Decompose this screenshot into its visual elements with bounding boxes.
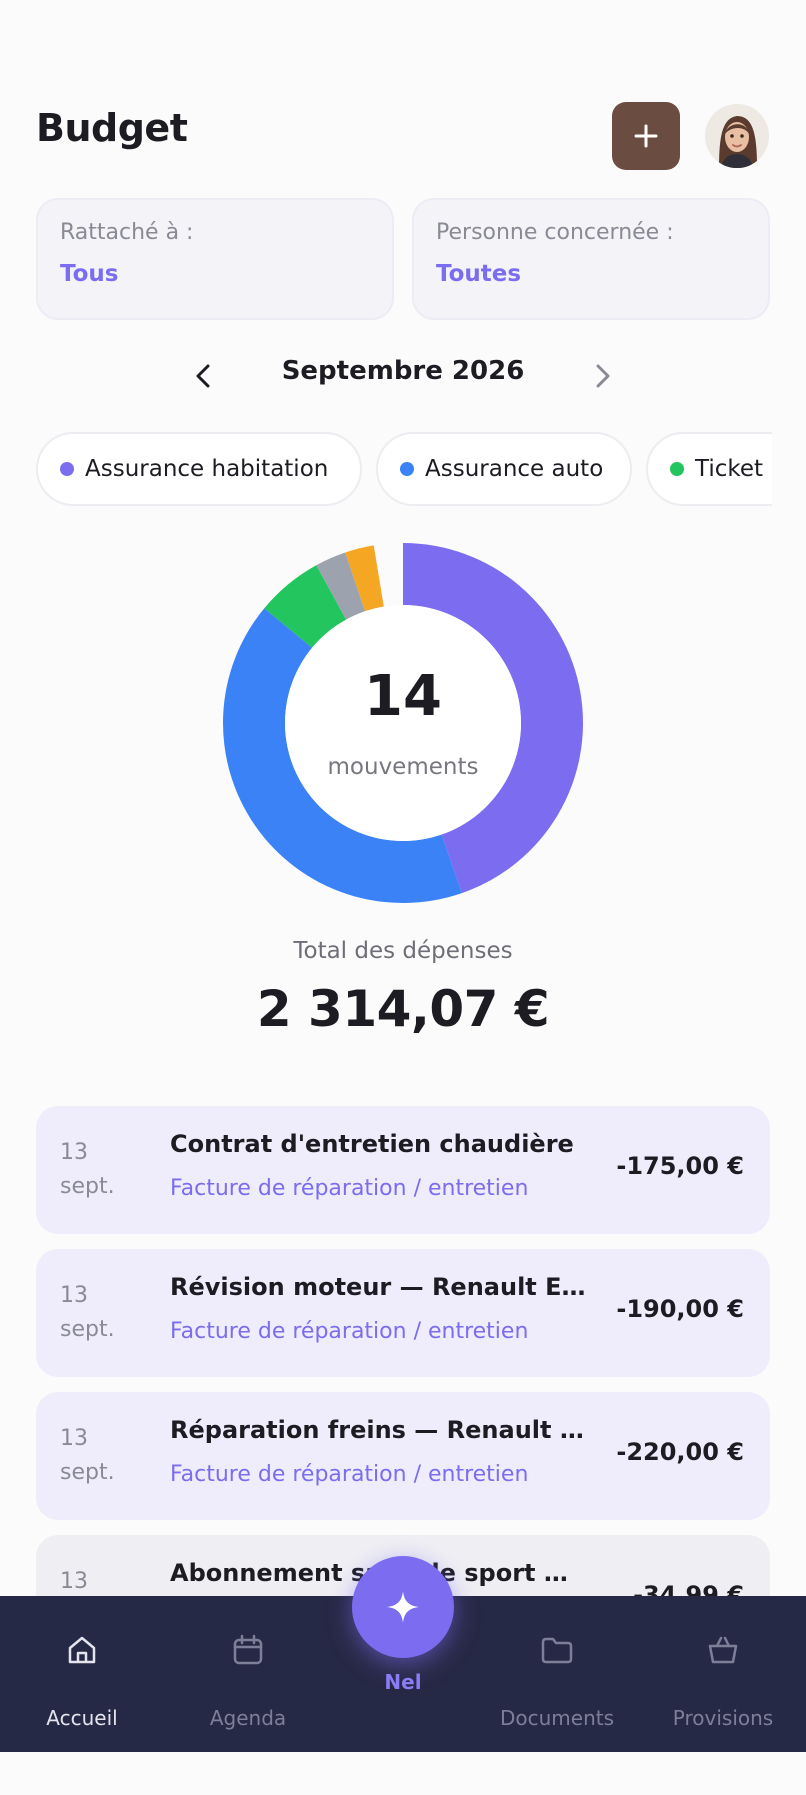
transaction-date: 13 sept. xyxy=(60,1136,160,1204)
month-navigation: Septembre 2026 xyxy=(0,350,806,400)
nav-item-home[interactable]: Accueil xyxy=(7,1596,157,1752)
nav-item-documents[interactable]: Documents xyxy=(482,1596,632,1752)
date-month: sept. xyxy=(60,1460,115,1485)
donut-center: 14 mouvements xyxy=(222,542,584,904)
filter-value: Toutes xyxy=(436,261,522,287)
expenses-donut-chart: 14 mouvements xyxy=(222,542,584,904)
sparkle-icon xyxy=(387,1591,419,1623)
movement-count: 14 xyxy=(364,664,442,729)
filter-value: Tous xyxy=(60,261,119,287)
nav-label: Agenda xyxy=(209,1706,287,1730)
filter-attached-to[interactable]: Rattaché à : Tous xyxy=(36,198,394,320)
date-day: 13 xyxy=(60,1283,88,1308)
transaction-title: Révision moteur — Renault Esp… xyxy=(170,1273,590,1301)
category-label: Assurance auto xyxy=(425,456,604,482)
transaction-amount: -220,00 € xyxy=(616,1438,744,1466)
transaction-category: Facture de réparation / entretien xyxy=(170,1462,529,1487)
category-label: Assurance habitation xyxy=(85,456,329,482)
filter-label: Rattaché à : xyxy=(60,220,194,245)
assistant-fab-label: Nel xyxy=(384,1670,422,1694)
nav-label: Accueil xyxy=(46,1706,118,1730)
add-button[interactable] xyxy=(612,102,680,170)
nav-label: Documents xyxy=(499,1706,615,1730)
plus-icon xyxy=(634,124,658,148)
transaction-category: Facture de réparation / entretien xyxy=(170,1176,529,1201)
category-dot xyxy=(400,462,414,476)
month-title: Septembre 2026 xyxy=(281,356,525,386)
calendar-icon xyxy=(233,1634,263,1665)
date-day: 13 xyxy=(60,1426,88,1451)
category-dot xyxy=(670,462,684,476)
user-avatar-icon xyxy=(705,104,769,168)
avatar[interactable] xyxy=(705,104,769,168)
transaction-date: 13 xyxy=(60,1565,160,1596)
transaction-category: Facture de réparation / entretien xyxy=(170,1319,529,1344)
folder-icon xyxy=(541,1637,573,1664)
category-label: Ticket xyxy=(695,456,764,482)
total-value: 2 314,07 € xyxy=(256,980,550,1038)
transaction-title: Contrat d'entretien chaudière xyxy=(170,1130,574,1158)
transaction-row[interactable]: 13 sept. Révision moteur — Renault Esp… … xyxy=(36,1249,770,1377)
category-chip[interactable]: Assurance habitation xyxy=(36,432,362,506)
nav-label: Provisions xyxy=(672,1706,774,1730)
transaction-date: 13 sept. xyxy=(60,1422,160,1490)
date-month: sept. xyxy=(60,1174,115,1199)
transaction-list: 13 sept. Contrat d'entretien chaudière F… xyxy=(36,1106,770,1596)
filter-person[interactable]: Personne concernée : Toutes xyxy=(412,198,770,320)
home-icon xyxy=(68,1636,96,1664)
page-title: Budget xyxy=(36,106,188,150)
transaction-amount: -34,99 € xyxy=(633,1581,744,1596)
nav-item-provisions[interactable]: Provisions xyxy=(648,1596,798,1752)
movement-caption: mouvements xyxy=(327,754,479,780)
nav-item-agenda[interactable]: Agenda xyxy=(173,1596,323,1752)
date-day: 13 xyxy=(60,1569,88,1594)
transaction-row[interactable]: 13 sept. Contrat d'entretien chaudière F… xyxy=(36,1106,770,1234)
transaction-date: 13 sept. xyxy=(60,1279,160,1347)
transaction-amount: -190,00 € xyxy=(616,1295,744,1323)
transaction-amount: -175,00 € xyxy=(616,1152,744,1180)
transaction-title: Réparation freins — Renault Es… xyxy=(170,1416,590,1444)
transaction-row[interactable]: 13 sept. Réparation freins — Renault Es…… xyxy=(36,1392,770,1520)
category-dot xyxy=(60,462,74,476)
category-chip[interactable]: Ticket xyxy=(646,432,772,506)
chevron-right-icon[interactable] xyxy=(584,358,620,394)
date-day: 13 xyxy=(60,1140,88,1165)
header: Budget xyxy=(36,100,770,172)
category-chip[interactable]: Assurance auto xyxy=(376,432,632,506)
date-month: sept. xyxy=(60,1317,115,1342)
assistant-fab-button[interactable] xyxy=(352,1556,454,1658)
category-chips: Assurance habitation Assurance auto Tick… xyxy=(36,432,772,508)
filter-label: Personne concernée : xyxy=(436,220,674,245)
total-label: Total des dépenses xyxy=(293,938,513,964)
basket-icon xyxy=(708,1636,738,1664)
